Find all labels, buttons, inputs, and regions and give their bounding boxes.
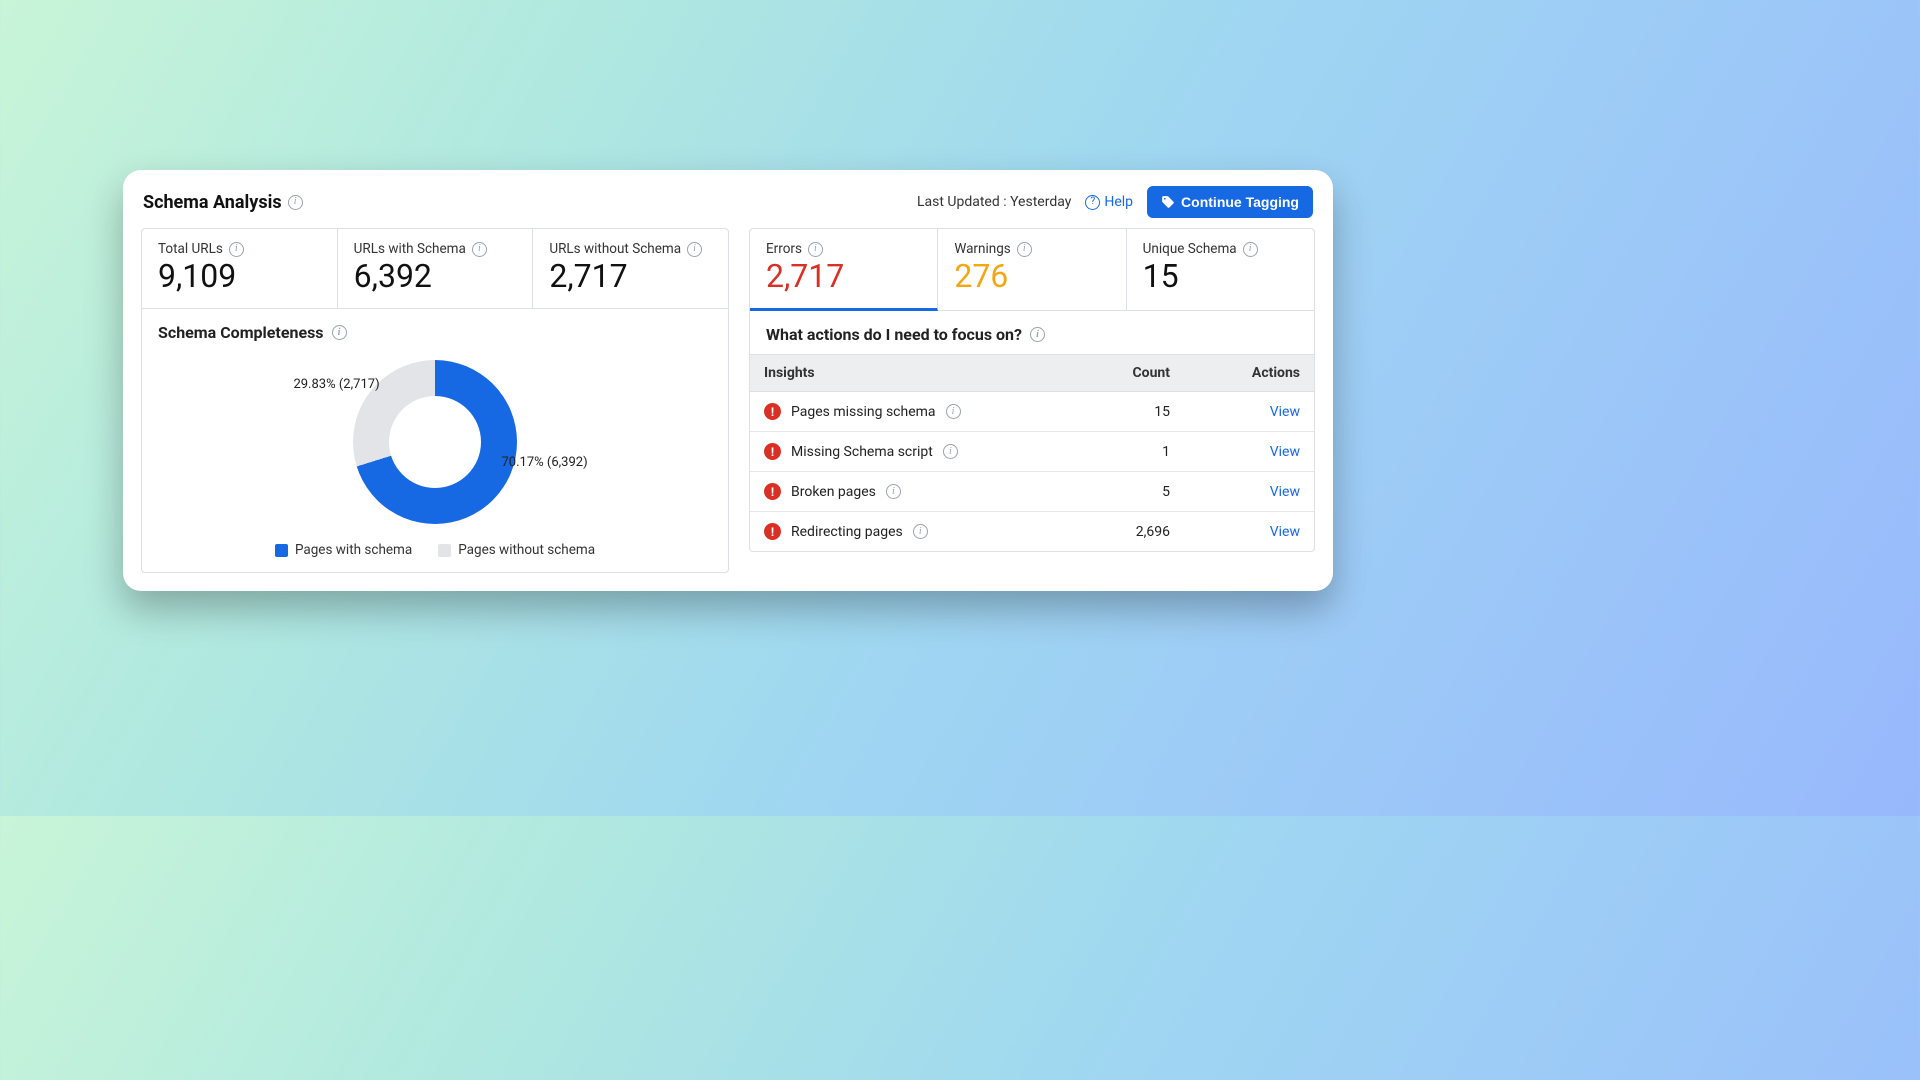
page-title: Schema Analysis — [143, 192, 282, 213]
cta-label: Continue Tagging — [1181, 194, 1299, 210]
col-insights: Insights — [764, 365, 1070, 381]
insight-label: Missing Schema script — [791, 444, 933, 460]
stat-with-schema: URLs with Schema i 6,392 — [338, 229, 534, 308]
info-icon[interactable]: i — [1017, 242, 1032, 257]
help-icon: ? — [1085, 195, 1100, 210]
info-icon[interactable]: i — [1243, 242, 1258, 257]
stat-value: 15 — [1143, 259, 1298, 294]
info-icon[interactable]: i — [332, 325, 347, 340]
schema-analysis-panel: Schema Analysis i Last Updated : Yesterd… — [123, 170, 1333, 591]
stat-value: 6,392 — [354, 259, 517, 294]
table-row: ! Redirecting pages i 2,696 View — [750, 512, 1314, 551]
error-icon: ! — [764, 403, 781, 420]
help-label: Help — [1104, 194, 1133, 210]
insight-count: 15 — [1070, 404, 1170, 420]
stat-label: Total URLs — [158, 241, 223, 257]
error-icon: ! — [764, 443, 781, 460]
stat-label: Warnings — [954, 241, 1010, 257]
stats-right-tabs: Errorsi 2,717 Warningsi 276 Unique Schem… — [749, 228, 1315, 311]
insight-count: 5 — [1070, 484, 1170, 500]
stat-without-schema: URLs without Schema i 2,717 — [533, 229, 728, 308]
donut-label-without: 29.83% (2,717) — [293, 377, 379, 392]
info-icon[interactable]: i — [943, 444, 958, 459]
insights-table-body: !Pages missing schemai15View!Missing Sch… — [750, 392, 1314, 551]
insight-label: Redirecting pages — [791, 524, 903, 540]
stat-value: 9,109 — [158, 259, 321, 294]
tab-unique-schema[interactable]: Unique Schema i 15 — [1127, 229, 1314, 310]
stat-label: Unique Schema — [1143, 241, 1237, 257]
stat-label: Errors — [766, 241, 802, 257]
legend-b: Pages without schema — [458, 542, 595, 558]
tag-icon — [1161, 195, 1175, 209]
insight-count: 1 — [1070, 444, 1170, 460]
continue-tagging-button[interactable]: Continue Tagging — [1147, 186, 1313, 218]
view-link[interactable]: View — [1270, 524, 1300, 540]
table-row: ! Missing Schema script i 1 View — [750, 432, 1314, 472]
tab-warnings[interactable]: Warnings i 276 — [938, 229, 1126, 310]
insight-count: 2,696 — [1070, 524, 1170, 540]
schema-completeness-section: Schema Completeness i 29.83% (2,717) 70.… — [141, 309, 729, 573]
error-icon: ! — [764, 523, 781, 540]
info-icon[interactable]: i — [288, 195, 303, 210]
section-title: Schema Completeness — [158, 323, 324, 342]
panel-header: Schema Analysis i Last Updated : Yesterd… — [141, 184, 1315, 228]
stat-value: 276 — [954, 259, 1109, 294]
col-actions: Actions — [1170, 365, 1300, 381]
view-link[interactable]: View — [1270, 404, 1300, 420]
tab-errors[interactable]: Errorsi 2,717 — [750, 229, 938, 311]
actions-section: What actions do I need to focus on? i In… — [749, 311, 1315, 552]
info-icon[interactable]: i — [946, 404, 961, 419]
section-title: What actions do I need to focus on? — [766, 325, 1022, 344]
chart-legend: Pages with schema Pages without schema — [158, 534, 712, 560]
view-link[interactable]: View — [1270, 484, 1300, 500]
error-icon: ! — [764, 483, 781, 500]
legend-a: Pages with schema — [295, 542, 412, 558]
info-icon[interactable]: i — [886, 484, 901, 499]
stats-left: Total URLs i 9,109 URLs with Schema i 6,39… — [141, 228, 729, 309]
table-row: ! Broken pages i 5 View — [750, 472, 1314, 512]
view-link[interactable]: View — [1270, 444, 1300, 460]
info-icon[interactable]: i — [472, 242, 487, 257]
insight-label: Pages missing schema — [791, 404, 936, 420]
info-icon[interactable]: i — [808, 242, 823, 257]
info-icon[interactable]: i — [687, 242, 702, 257]
insights-table-header: Insights Count Actions — [750, 354, 1314, 392]
stat-label: URLs with Schema — [354, 241, 466, 257]
stat-value: 2,717 — [766, 259, 921, 294]
stat-total-urls: Total URLs i 9,109 — [142, 229, 338, 308]
donut-label-with: 70.17% (6,392) — [501, 455, 587, 470]
stat-label: URLs without Schema — [549, 241, 681, 257]
col-count: Count — [1070, 365, 1170, 381]
info-icon[interactable]: i — [229, 242, 244, 257]
last-updated: Last Updated : Yesterday — [917, 194, 1071, 210]
info-icon[interactable]: i — [1030, 327, 1045, 342]
donut-chart: 29.83% (2,717) 70.17% (6,392) — [158, 342, 712, 534]
info-icon[interactable]: i — [913, 524, 928, 539]
legend-swatch-blue — [275, 544, 288, 557]
insight-label: Broken pages — [791, 484, 876, 500]
stat-value: 2,717 — [549, 259, 712, 294]
help-link[interactable]: ? Help — [1085, 194, 1133, 210]
legend-swatch-grey — [438, 544, 451, 557]
table-row: ! Pages missing schema i 15 View — [750, 392, 1314, 432]
